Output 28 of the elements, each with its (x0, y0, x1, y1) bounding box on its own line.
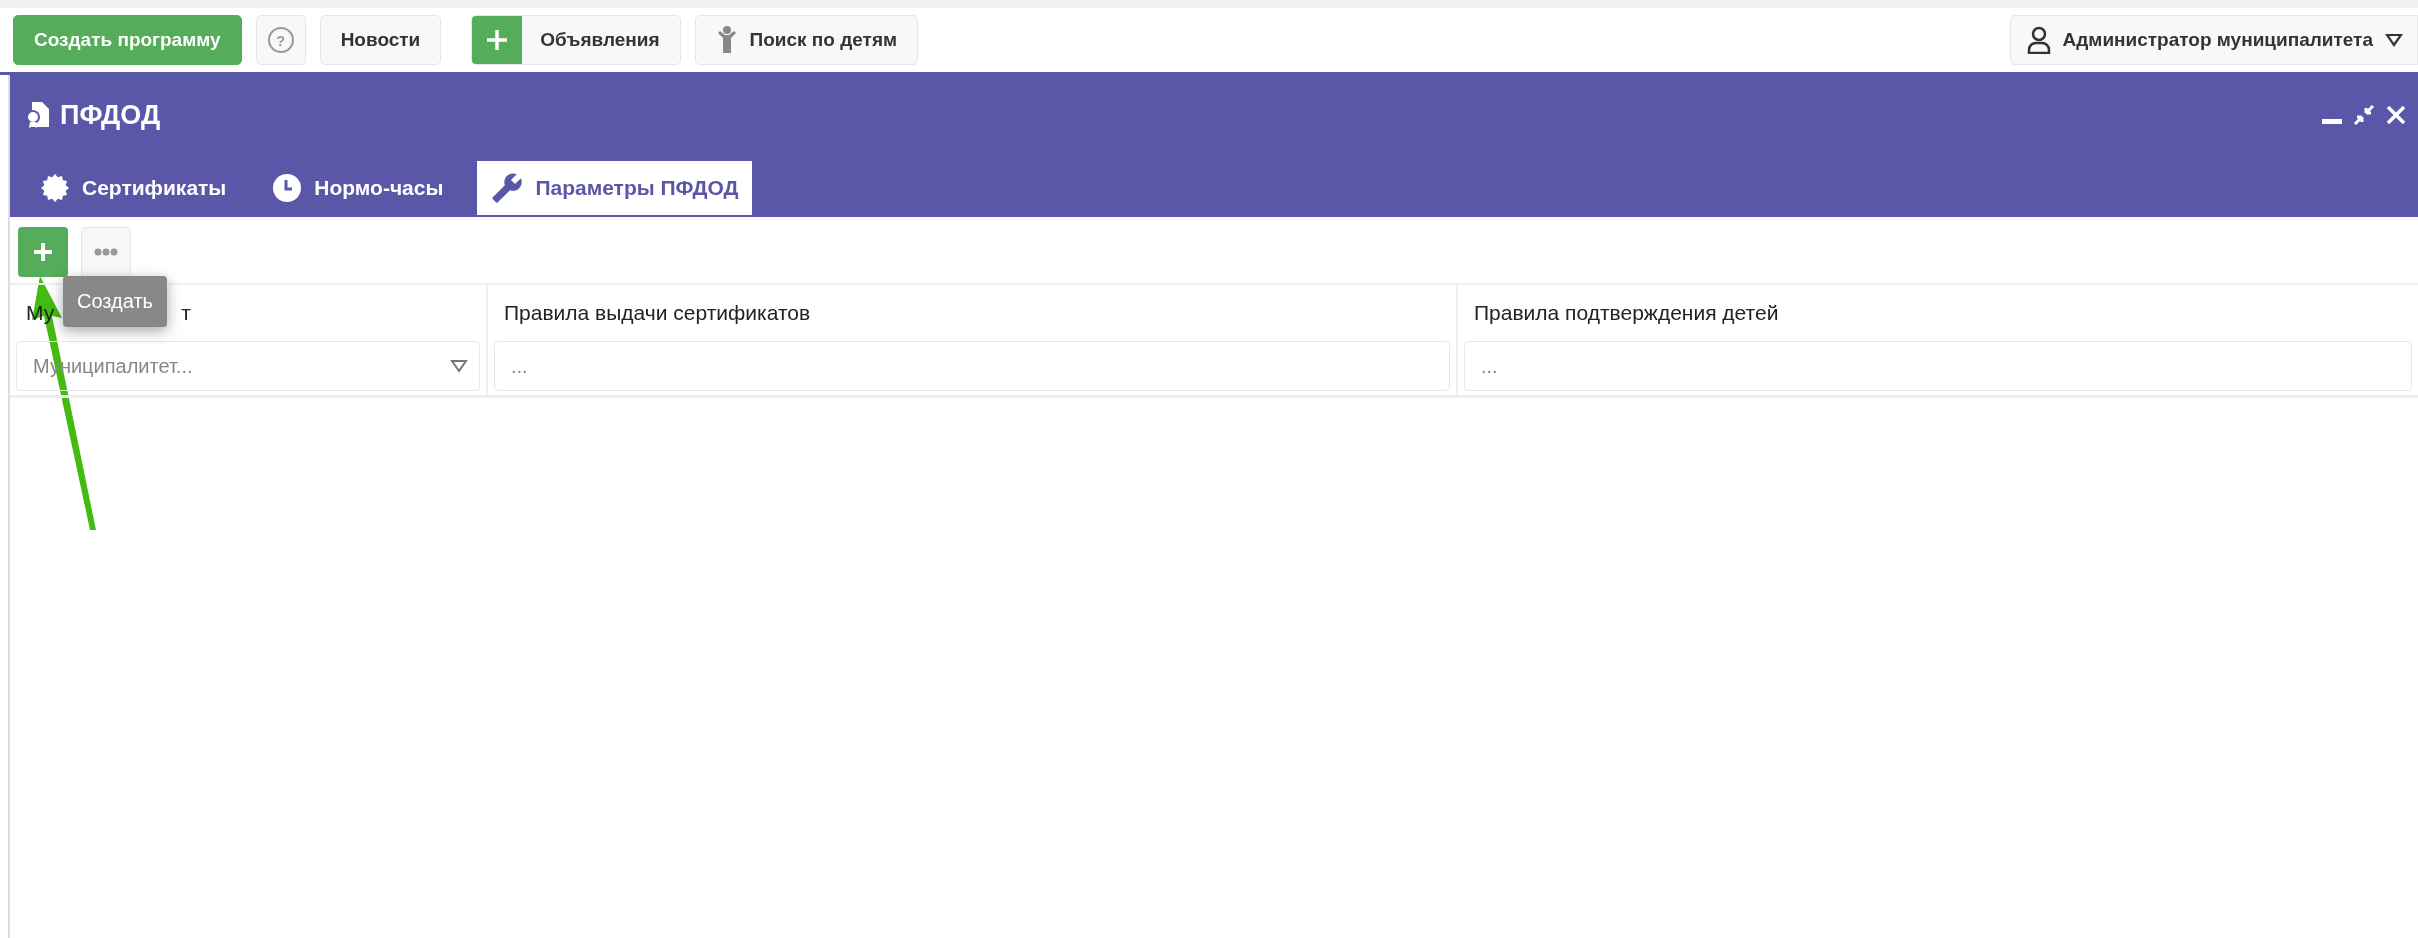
caret-icon (450, 359, 468, 373)
column-header: т (181, 301, 191, 325)
restore-icon[interactable] (2352, 103, 2376, 127)
tooltip: Создать (63, 276, 167, 327)
caret-icon (2385, 33, 2403, 47)
filter-field[interactable]: ... (1464, 341, 2412, 391)
window-title: ПФДОД (60, 99, 161, 131)
child-search-button[interactable]: Поиск по детям (694, 15, 919, 65)
tab[interactable]: Параметры ПФДОД (475, 159, 755, 217)
close-icon[interactable] (2386, 105, 2406, 125)
document-icon (26, 101, 50, 129)
more-button[interactable] (81, 227, 131, 277)
user-menu-button[interactable]: Администратор муниципалитета (2009, 15, 2418, 65)
wrench-icon (491, 172, 524, 204)
more-icon (94, 248, 118, 256)
clock-icon (272, 173, 303, 203)
tab[interactable]: Нормо-часы (258, 159, 458, 217)
plus-icon (33, 242, 53, 262)
news-button[interactable]: Новости (319, 15, 442, 65)
plus-icon (472, 16, 523, 64)
announcements-button[interactable]: Объявления (471, 15, 681, 65)
user-icon (2026, 26, 2051, 54)
column-header: Правила подтверждения детей (1473, 300, 1780, 326)
add-button[interactable] (18, 227, 68, 277)
seal-icon (40, 173, 70, 203)
column-header: Правила выдачи сертификатов (503, 300, 812, 326)
filter-field[interactable]: ... (494, 341, 1450, 391)
tab[interactable]: Сертификаты (26, 159, 241, 217)
